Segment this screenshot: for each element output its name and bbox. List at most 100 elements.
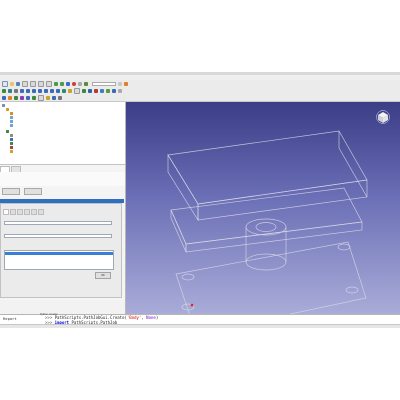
job-edit-panel: OK: [0, 203, 122, 298]
stock-icon: [10, 146, 13, 149]
fixture-icon[interactable]: [58, 95, 62, 100]
report-area: [0, 300, 125, 314]
view-right-icon[interactable]: [38, 88, 42, 93]
dialog-buttons: [2, 188, 46, 195]
view-left-icon[interactable]: [56, 88, 60, 93]
tools-icon: [10, 150, 13, 153]
simulator-icon[interactable]: [8, 95, 12, 100]
property-editor[interactable]: [0, 172, 125, 186]
stock-front-face: [197, 179, 368, 221]
print-icon[interactable]: [22, 80, 28, 87]
redo-icon[interactable]: [60, 81, 64, 86]
3d-view[interactable]: [126, 102, 400, 314]
path-face-icon[interactable]: [112, 88, 116, 93]
hole-icon: [10, 124, 13, 127]
cut-icon[interactable]: [30, 80, 36, 87]
boss-hole: [255, 222, 277, 232]
macro-record-icon[interactable]: [72, 81, 76, 86]
engrave-icon[interactable]: [26, 95, 30, 100]
tree-item[interactable]: [10, 116, 14, 119]
path-job-icon: [6, 130, 9, 133]
mount-hole: [345, 286, 359, 294]
ok-button[interactable]: OK: [95, 272, 111, 279]
tree-item[interactable]: [10, 120, 14, 123]
model-icon: [10, 142, 13, 145]
tab-general[interactable]: [3, 209, 9, 215]
create-part-icon[interactable]: [68, 88, 72, 93]
save-icon[interactable]: [16, 81, 20, 86]
tab-tools[interactable]: [24, 209, 30, 215]
description-field[interactable]: [4, 234, 112, 238]
macro-run-icon[interactable]: [84, 81, 88, 86]
stop-icon[interactable]: [46, 95, 50, 100]
origin-icon: [10, 112, 13, 115]
property-tabs: [0, 166, 22, 173]
selected-model-row[interactable]: [5, 252, 113, 255]
tab-operations[interactable]: [38, 209, 44, 215]
origin-marker: [190, 303, 194, 307]
part-left-face: [170, 209, 187, 253]
draw-style-icon[interactable]: [14, 88, 18, 93]
status-bar: [0, 324, 400, 328]
tree-item[interactable]: [10, 124, 14, 127]
view-top-icon[interactable]: [32, 88, 36, 93]
stock-left-face: [167, 153, 199, 222]
apply-button[interactable]: [2, 188, 20, 195]
path-post-process-icon[interactable]: [88, 88, 92, 93]
tree-item[interactable]: [10, 142, 14, 145]
measure-distance-icon[interactable]: [62, 88, 66, 93]
view-fit-icon[interactable]: [2, 88, 6, 93]
tree-item-body[interactable]: [6, 108, 10, 111]
path-job-icon[interactable]: [82, 88, 86, 93]
undo-icon[interactable]: [54, 81, 58, 86]
copy-icon[interactable]: [38, 80, 44, 87]
tree-item[interactable]: [10, 146, 14, 149]
tab-output[interactable]: [10, 209, 16, 215]
open-file-icon[interactable]: [10, 81, 14, 86]
new-file-icon[interactable]: [2, 80, 8, 87]
navigation-cube-icon[interactable]: [376, 110, 390, 124]
pocket-icon: [10, 120, 13, 123]
view-axonometric-icon[interactable]: [20, 88, 24, 93]
path-profile-icon[interactable]: [94, 88, 98, 93]
copy-operation-icon[interactable]: [52, 95, 56, 100]
cancel-button[interactable]: [24, 188, 42, 195]
array-icon[interactable]: [32, 95, 36, 100]
base-model-list[interactable]: [4, 250, 114, 270]
toolbar-view: [0, 87, 400, 94]
toolbar-file: [0, 80, 400, 87]
view-bottom-icon[interactable]: [50, 88, 54, 93]
body-icon: [6, 108, 9, 111]
path-helix-icon[interactable]: [118, 88, 122, 93]
tree-item[interactable]: [10, 112, 14, 115]
create-group-icon[interactable]: [74, 87, 80, 94]
tool-controller-icon[interactable]: [2, 95, 6, 100]
name-field[interactable]: [4, 221, 112, 225]
stock-top-face: [167, 130, 368, 205]
whats-this-icon[interactable]: [124, 81, 128, 86]
toolbar-path: [0, 94, 400, 102]
tree-item[interactable]: [10, 134, 14, 137]
tree-item[interactable]: [10, 138, 14, 141]
view-rear-icon[interactable]: [44, 88, 48, 93]
path-drilling-icon[interactable]: [106, 88, 110, 93]
comment-icon[interactable]: [38, 94, 44, 101]
refresh-icon[interactable]: [66, 81, 70, 86]
inspect-gcode-icon[interactable]: [14, 95, 18, 100]
paste-icon[interactable]: [46, 80, 52, 87]
console-side-label: Report: [3, 316, 17, 321]
tab-workplace[interactable]: [31, 209, 37, 215]
view-front-icon[interactable]: [26, 88, 30, 93]
path-pocket-icon[interactable]: [100, 88, 104, 93]
dressup-icon[interactable]: [20, 95, 24, 100]
tree-item-document[interactable]: [2, 104, 6, 107]
view-fit-selection-icon[interactable]: [8, 88, 12, 93]
tree-item-job[interactable]: [6, 130, 10, 133]
plate-top-face: [175, 241, 367, 314]
macro-stop-icon[interactable]: [78, 81, 82, 86]
mount-hole: [181, 273, 195, 281]
tree-item[interactable]: [10, 150, 14, 153]
tab-setup[interactable]: [17, 209, 23, 215]
help-icon[interactable]: [118, 81, 122, 86]
workbench-selector[interactable]: [92, 81, 116, 86]
